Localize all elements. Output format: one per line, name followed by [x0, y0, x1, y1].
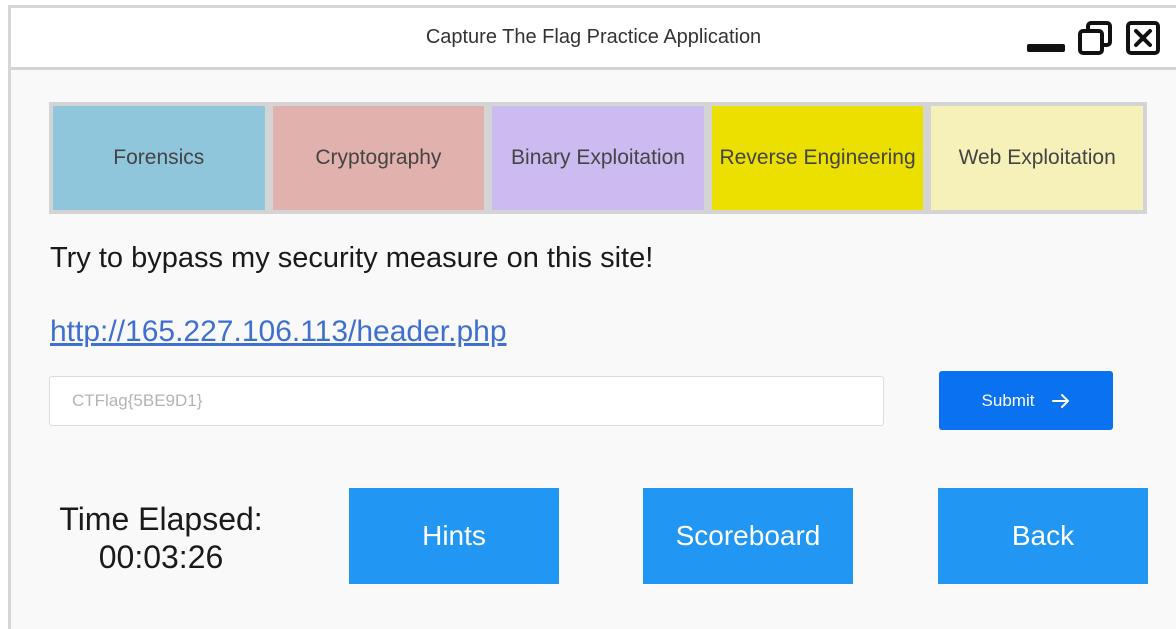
close-icon: [1126, 21, 1160, 55]
window-title: Capture The Flag Practice Application: [425, 26, 762, 48]
close-button[interactable]: [1123, 20, 1163, 56]
category-web-exploitation[interactable]: Web Exploitation: [931, 106, 1143, 210]
category-cryptography[interactable]: Cryptography: [272, 106, 485, 210]
app-window: Capture The Flag Practice Application Fo…: [8, 5, 1176, 629]
timer-value: 00:03:26: [98, 539, 224, 575]
timer-label: Time Elapsed:: [59, 501, 263, 537]
submit-label: Submit: [981, 390, 1035, 410]
submit-button[interactable]: Submit: [939, 371, 1113, 430]
minimize-button[interactable]: [1023, 20, 1069, 56]
category-forensics[interactable]: Forensics: [53, 106, 265, 210]
timer: Time Elapsed: 00:03:26: [41, 500, 281, 576]
restore-icon: [1078, 21, 1112, 55]
arrow-right-icon: [1052, 393, 1070, 408]
category-bar: Forensics Cryptography Binary Exploitati…: [49, 102, 1147, 214]
restore-button[interactable]: [1075, 20, 1115, 56]
back-button[interactable]: Back: [938, 488, 1148, 584]
minimize-icon: [1027, 44, 1065, 52]
flag-input[interactable]: [49, 376, 884, 426]
category-binary-exploitation[interactable]: Binary Exploitation: [492, 106, 704, 210]
challenge-link[interactable]: http://165.227.106.113/header.php: [50, 315, 507, 349]
category-reverse-engineering[interactable]: Reverse Engineering: [711, 106, 924, 210]
scoreboard-button[interactable]: Scoreboard: [643, 488, 853, 584]
challenge-prompt: Try to bypass my security measure on thi…: [50, 242, 654, 274]
title-bar: Capture The Flag Practice Application: [11, 8, 1176, 70]
hints-button[interactable]: Hints: [349, 488, 559, 584]
